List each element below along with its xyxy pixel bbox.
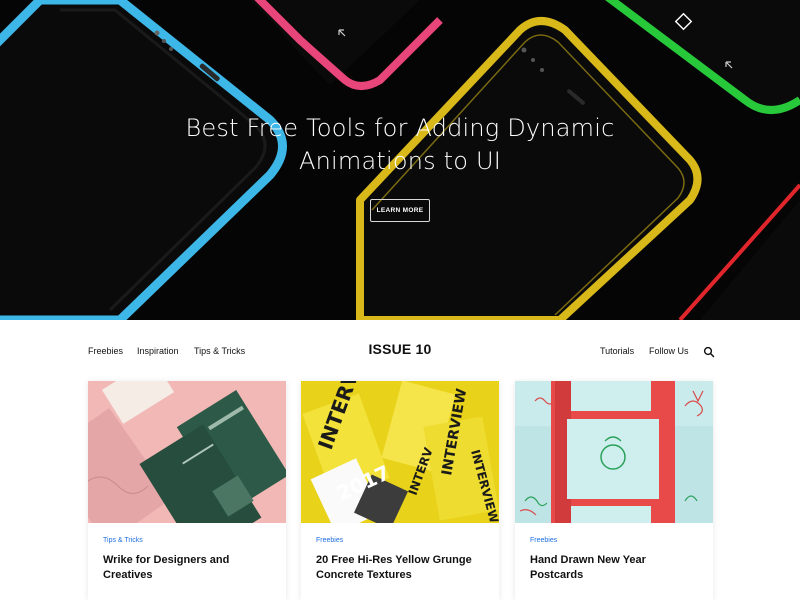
card-title[interactable]: Hand Drawn New Year Postcards bbox=[530, 553, 700, 583]
card-category[interactable]: Freebies bbox=[530, 537, 557, 544]
article-card[interactable]: INTERVIEW INTERVIEW INTERV INTERVIEW 201… bbox=[301, 381, 499, 600]
nav-item-tutorials[interactable]: Tutorials bbox=[600, 346, 634, 356]
nav-item-follow-us[interactable]: Follow Us bbox=[649, 346, 689, 356]
hero-banner: Best Free Tools for Adding Dynamic Anima… bbox=[0, 0, 800, 320]
card-image-postcards bbox=[515, 381, 713, 523]
hero-title-line-2: Animations to UI bbox=[298, 147, 502, 175]
card-title[interactable]: 20 Free Hi-Res Yellow Grunge Concrete Te… bbox=[316, 553, 486, 583]
card-category[interactable]: Freebies bbox=[316, 537, 343, 544]
card-title[interactable]: Wrike for Designers and Creatives bbox=[103, 553, 273, 583]
card-image-yellow-posters: INTERVIEW INTERVIEW INTERV INTERVIEW 201… bbox=[301, 381, 499, 523]
search-icon[interactable] bbox=[703, 346, 715, 358]
phone-red bbox=[700, 200, 800, 320]
hero-title: Best Free Tools for Adding Dynamic Anima… bbox=[0, 112, 800, 178]
hero-title-line-1: Best Free Tools for Adding Dynamic bbox=[185, 114, 615, 142]
article-card[interactable]: Tips & Tricks Wrike for Designers and Cr… bbox=[88, 381, 286, 600]
article-card[interactable]: Freebies Hand Drawn New Year Postcards bbox=[515, 381, 713, 600]
card-category[interactable]: Tips & Tricks bbox=[103, 537, 143, 544]
learn-more-button[interactable]: LEARN MORE bbox=[370, 199, 430, 222]
card-image-stationery bbox=[88, 381, 286, 523]
